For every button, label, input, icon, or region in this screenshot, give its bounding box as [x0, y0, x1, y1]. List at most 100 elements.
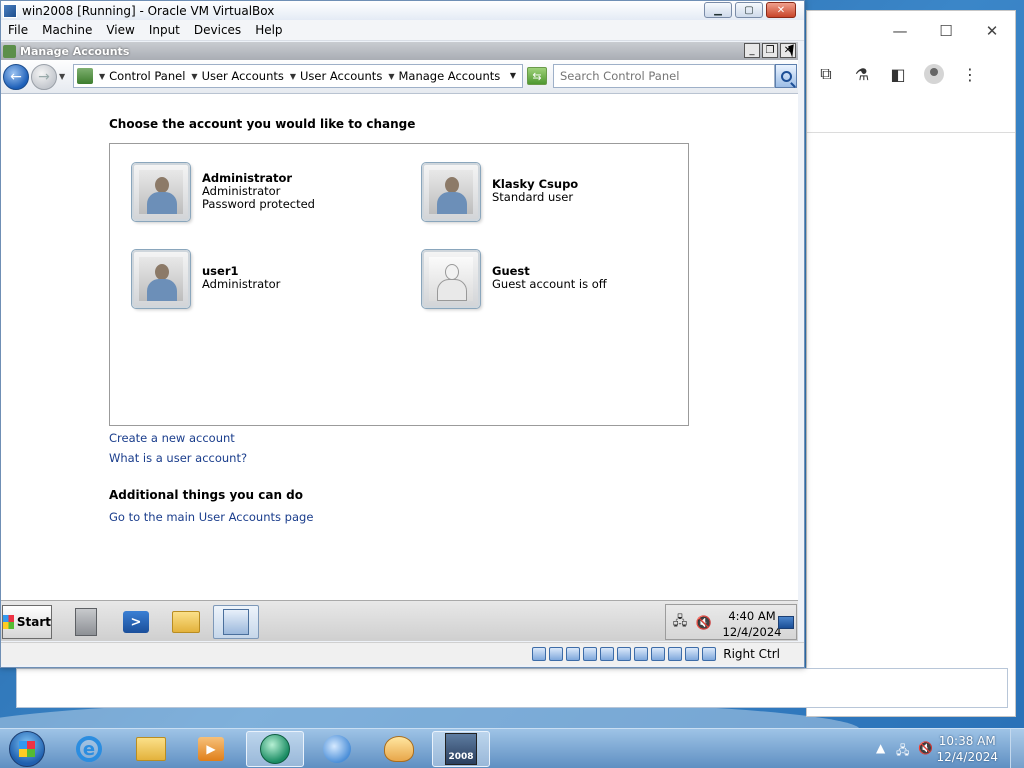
show-desktop-icon[interactable]	[778, 616, 794, 629]
account-type: Standard user	[492, 190, 574, 204]
show-hidden-icons-icon[interactable]: ▲	[876, 741, 885, 755]
media-player-taskbar-button[interactable]: ▶	[182, 731, 240, 767]
account-tile-guest[interactable]: Guest Guest account is off	[422, 250, 607, 308]
virtualbox-titlebar[interactable]: win2008 [Running] - Oracle VM VirtualBox…	[1, 1, 804, 20]
guest-clock-date: 12/4/2024	[722, 625, 782, 639]
side-panel-icon[interactable]: ◧	[887, 63, 909, 85]
account-status: Guest account is off	[492, 277, 607, 291]
address-history-dropdown-icon[interactable]: ▼	[510, 71, 516, 80]
chevron-down-icon[interactable]: ▼	[99, 72, 105, 81]
keyboard-capture-icon[interactable]	[702, 647, 717, 661]
guest-restore-button[interactable]: ❐	[762, 43, 778, 58]
menu-devices[interactable]: Devices	[187, 23, 248, 37]
vbox-maximize-button[interactable]: ▢	[735, 2, 763, 18]
virtualbox-logo-icon	[3, 3, 17, 18]
browser-window[interactable]: — ☐ ✕ ⧉ ⚗ ◧ ⋮	[806, 10, 1016, 717]
internet-explorer-icon: e	[76, 736, 102, 762]
audio-icon[interactable]	[566, 647, 581, 661]
paint-taskbar-button[interactable]	[370, 731, 428, 767]
shared-folders-icon[interactable]	[617, 647, 632, 661]
account-tile-klasky-csupo[interactable]: Klasky Csupo Standard user	[422, 163, 578, 221]
host-start-button[interactable]	[2, 729, 52, 768]
create-account-link[interactable]: Create a new account	[109, 431, 235, 445]
breadcrumb-user-accounts-sub[interactable]: User Accounts	[300, 69, 382, 83]
ie-taskbar-button[interactable]: e	[60, 731, 118, 767]
pen-app-taskbar-button[interactable]	[308, 731, 366, 767]
extensions-icon[interactable]: ⧉	[815, 63, 837, 85]
guest-screen[interactable]: Manage Accounts _ ❐ ✕ ← → ▼ ▼ Control Pa…	[1, 42, 798, 641]
page-title: Choose the account you would like to cha…	[109, 117, 416, 131]
refresh-button[interactable]: ⇆	[527, 67, 547, 85]
guest-window-titlebar[interactable]: Manage Accounts _ ❐ ✕	[1, 42, 798, 60]
account-status: Password protected	[202, 197, 315, 211]
menu-icon[interactable]: ⋮	[959, 63, 981, 85]
menu-help[interactable]: Help	[248, 23, 289, 37]
vbox-minimize-button[interactable]: ▁	[704, 2, 732, 18]
virtualbox-window[interactable]: win2008 [Running] - Oracle VM VirtualBox…	[0, 0, 805, 668]
avatar	[924, 64, 944, 84]
network-icon[interactable]: 🖧	[672, 614, 688, 631]
guest-clock[interactable]: 4:40 AM 12/4/2024	[722, 608, 782, 640]
display-icon[interactable]	[634, 647, 649, 661]
account-tile-user1[interactable]: user1 Administrator	[132, 250, 280, 308]
back-button[interactable]: ←	[3, 63, 29, 90]
browser-close-button[interactable]: ✕	[969, 11, 1015, 51]
breadcrumb-manage-accounts[interactable]: Manage Accounts	[398, 69, 500, 83]
menu-machine[interactable]: Machine	[35, 23, 99, 37]
host-clock[interactable]: 10:38 AM 12/4/2024	[936, 733, 998, 765]
orb-app-taskbar-button[interactable]	[246, 731, 304, 767]
account-info: Klasky Csupo Standard user	[492, 178, 578, 204]
guest-minimize-button[interactable]: _	[744, 43, 760, 58]
guest-window-title: Manage Accounts	[20, 44, 130, 58]
what-is-user-account-link[interactable]: What is a user account?	[109, 451, 247, 465]
menu-file[interactable]: File	[1, 23, 35, 37]
explorer-taskbar-button[interactable]	[122, 731, 180, 767]
explorer-taskbar-button[interactable]	[163, 605, 209, 639]
windows-flag-icon	[3, 615, 14, 629]
show-desktop-button[interactable]	[1010, 729, 1024, 768]
folder-icon	[136, 737, 166, 761]
profile-icon[interactable]	[923, 63, 945, 85]
menu-input[interactable]: Input	[142, 23, 187, 37]
virtualbox-vm-icon: 2008	[445, 733, 477, 765]
usb-icon[interactable]	[600, 647, 615, 661]
breadcrumb-control-panel[interactable]: Control Panel	[109, 69, 185, 83]
host-taskbar: e ▶ 2008 ▲ 🖧 🔇 10:38 AM 12/4/2024	[0, 728, 1024, 768]
optical-drive-icon[interactable]	[549, 647, 564, 661]
menu-view[interactable]: View	[99, 23, 141, 37]
forward-button[interactable]: →	[31, 63, 57, 90]
search-input[interactable]	[553, 64, 775, 88]
main-user-accounts-link[interactable]: Go to the main User Accounts page	[109, 510, 313, 524]
host-clock-date: 12/4/2024	[936, 750, 998, 764]
address-bar[interactable]: ▼ Control Panel ▼ User Accounts ▼ User A…	[73, 64, 523, 88]
account-tile-administrator[interactable]: Administrator Administrator Password pro…	[132, 163, 315, 221]
network-adapter-icon[interactable]	[583, 647, 598, 661]
vt-x-icon[interactable]	[668, 647, 683, 661]
chevron-down-icon[interactable]: ▼	[191, 72, 197, 81]
labs-icon[interactable]: ⚗	[851, 63, 873, 85]
control-panel-icon	[3, 44, 16, 58]
breadcrumb-user-accounts[interactable]: User Accounts	[202, 69, 284, 83]
network-icon[interactable]: 🖧	[896, 741, 909, 762]
control-panel-taskbar-button[interactable]	[213, 605, 259, 639]
vbox-close-button[interactable]: ✕	[766, 2, 796, 18]
recording-icon[interactable]	[651, 647, 666, 661]
server-manager-taskbar-button[interactable]	[63, 605, 109, 639]
virtualbox-taskbar-button[interactable]: 2008	[432, 731, 490, 767]
powershell-taskbar-button[interactable]: >	[113, 605, 159, 639]
user-avatar-icon	[132, 250, 190, 308]
hard-disk-icon[interactable]	[532, 647, 547, 661]
browser-maximize-button[interactable]: ☐	[923, 11, 969, 51]
volume-muted-icon[interactable]: 🔇	[918, 741, 933, 755]
browser-titlebar: — ☐ ✕	[807, 11, 1015, 51]
chevron-down-icon[interactable]: ▼	[290, 72, 296, 81]
volume-muted-icon[interactable]: 🔇	[696, 615, 712, 631]
guest-start-button[interactable]: Start	[2, 605, 52, 639]
search-button[interactable]	[775, 64, 797, 88]
browser-minimize-button[interactable]: —	[877, 11, 923, 51]
mouse-integration-icon[interactable]	[685, 647, 700, 661]
guest-system-tray: 🖧 🔇 4:40 AM 12/4/2024	[665, 604, 797, 640]
account-info: user1 Administrator	[202, 265, 280, 291]
chevron-down-icon[interactable]: ▼	[388, 72, 394, 81]
recent-pages-dropdown-icon[interactable]: ▼	[59, 72, 65, 81]
